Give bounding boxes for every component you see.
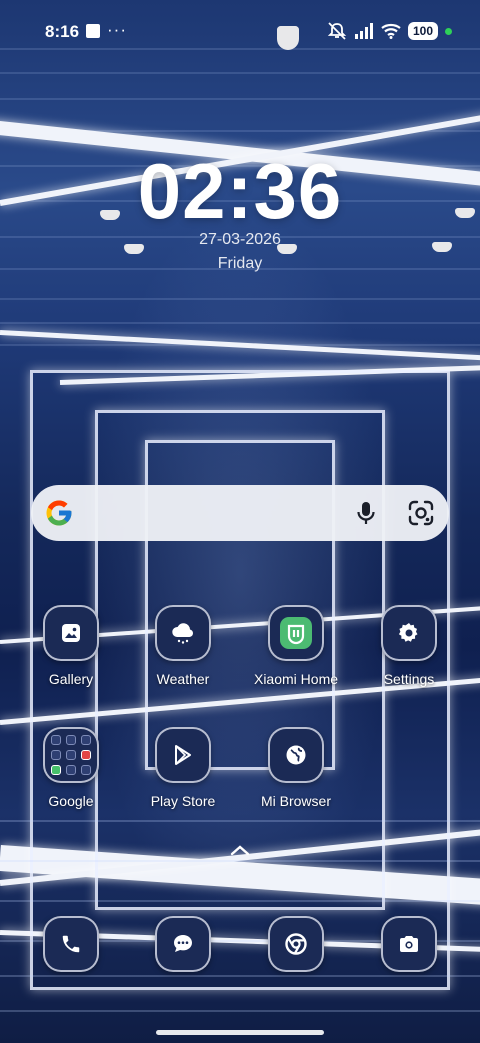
app-xiaomi-home[interactable]: Xiaomi Home bbox=[241, 605, 351, 687]
app-label-google: Google bbox=[48, 793, 94, 809]
play-store-icon bbox=[175, 745, 191, 765]
xiaomi-home-app-icon[interactable] bbox=[268, 605, 324, 661]
app-mi-browser[interactable]: Mi Browser bbox=[241, 727, 351, 809]
chrome-app-icon[interactable] bbox=[268, 916, 324, 972]
status-icons: 100 bbox=[327, 22, 452, 40]
privacy-dot-icon bbox=[445, 27, 452, 35]
google-folder-icon[interactable] bbox=[43, 727, 99, 783]
mi-browser-app-icon[interactable] bbox=[268, 727, 324, 783]
dock-phone[interactable] bbox=[16, 916, 126, 972]
microphone-icon[interactable] bbox=[351, 498, 381, 528]
gear-icon bbox=[398, 623, 418, 642]
dock bbox=[0, 916, 480, 976]
app-google-folder[interactable]: Google bbox=[16, 727, 126, 809]
gallery-icon bbox=[62, 624, 80, 642]
google-logo-icon bbox=[46, 500, 72, 526]
settings-app-icon[interactable] bbox=[381, 605, 437, 661]
app-label-play-store: Play Store bbox=[150, 793, 216, 809]
home-indicator[interactable] bbox=[156, 1030, 324, 1035]
chrome-icon bbox=[285, 933, 307, 955]
status-time: 8:16 bbox=[45, 22, 80, 41]
app-settings[interactable]: Settings bbox=[354, 605, 464, 687]
folder-preview bbox=[51, 735, 91, 775]
app-label-xiaomi-home: Xiaomi Home bbox=[253, 671, 339, 687]
dock-camera[interactable] bbox=[354, 916, 464, 972]
app-gallery[interactable]: Gallery bbox=[16, 605, 126, 687]
app-play-store[interactable]: Play Store bbox=[128, 727, 238, 809]
xiaomi-home-icon bbox=[280, 617, 312, 649]
camera-app-icon[interactable] bbox=[381, 916, 437, 972]
app-label-weather: Weather bbox=[156, 671, 210, 687]
camera-icon bbox=[400, 936, 418, 952]
globe-icon bbox=[286, 745, 306, 765]
more-dots-icon: ··· bbox=[107, 20, 127, 39]
google-search-bar[interactable] bbox=[31, 485, 449, 541]
phone-icon bbox=[62, 935, 80, 953]
gallery-app-icon[interactable] bbox=[43, 605, 99, 661]
app-label-settings: Settings bbox=[383, 671, 435, 687]
status-bar: 8:16 ··· 100 bbox=[0, 0, 480, 64]
dock-chrome[interactable] bbox=[241, 916, 351, 972]
app-label-gallery: Gallery bbox=[48, 671, 94, 687]
google-lens-icon[interactable] bbox=[406, 498, 436, 528]
wifi-icon bbox=[381, 23, 401, 39]
clock-date: 27-03-2026 bbox=[199, 231, 281, 248]
play-store-app-icon[interactable] bbox=[155, 727, 211, 783]
phone-app-icon[interactable] bbox=[43, 916, 99, 972]
silent-mode-icon bbox=[327, 22, 347, 40]
clock-day: Friday bbox=[217, 255, 263, 272]
clock-time[interactable]: 02:36 bbox=[0, 146, 480, 237]
app-label-mi-browser: Mi Browser bbox=[260, 793, 331, 809]
messages-icon bbox=[174, 935, 192, 952]
messages-app-icon[interactable] bbox=[155, 916, 211, 972]
chevron-up-icon[interactable] bbox=[229, 843, 251, 857]
battery-icon: 100 bbox=[408, 22, 438, 40]
dock-messages[interactable] bbox=[128, 916, 238, 972]
notification-square-icon bbox=[86, 24, 100, 38]
signal-icon bbox=[355, 23, 373, 39]
weather-icon bbox=[172, 623, 193, 644]
weather-app-icon[interactable] bbox=[155, 605, 211, 661]
app-weather[interactable]: Weather bbox=[128, 605, 238, 687]
